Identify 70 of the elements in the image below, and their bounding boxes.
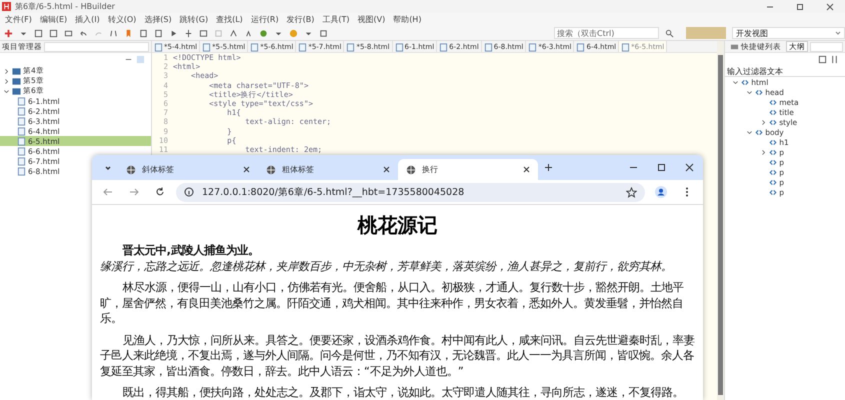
maximize-icon (796, 2, 804, 10)
globe-icon (266, 164, 276, 174)
menu-item[interactable]: 帮助(H) (390, 14, 426, 25)
filter-field[interactable] (810, 42, 843, 52)
globe-icon (406, 164, 416, 174)
window-title: 第6章/6-5.html - HBuilder (15, 1, 116, 12)
reload-icon (155, 187, 165, 197)
maximize-icon (656, 163, 666, 172)
code-tag-icon (769, 118, 778, 126)
plus-icon (544, 163, 552, 172)
star-icon[interactable] (626, 186, 637, 198)
close-icon (826, 2, 834, 10)
menu-item[interactable]: 编辑(E) (36, 14, 72, 25)
close-icon[interactable] (523, 166, 530, 173)
paragraph-text: 林尽水源，便得一山，山有小口，仿佛若有光。便舍船，从口入。初极狭，才通人。复行数十步，豁然开朗。土地平旷，屋舍俨然，有良田美池桑竹之属。阡陌交通，鸡犬相闻。其中往来种作，男女衣着，悉如外人。黄发垂髫，并怡然自乐。 (100, 281, 684, 325)
chevron-icon (760, 148, 768, 156)
menu-item[interactable]: 运行(R) (248, 14, 284, 25)
chevron-icon (835, 30, 841, 36)
menu-item[interactable]: 查找(L) (213, 14, 248, 25)
code-tag-icon (769, 158, 778, 166)
close-icon[interactable] (243, 166, 250, 173)
menu-item[interactable]: 插入(I) (72, 14, 105, 25)
menu-item[interactable]: 文件(F) (2, 14, 37, 25)
code-tag-icon (769, 138, 778, 146)
globe-icon (126, 164, 136, 174)
plus-icon (4, 28, 13, 38)
code-tag-icon (769, 148, 778, 156)
close-icon (684, 163, 694, 172)
paragraph-text: 见渔人，乃大惊，问所从来。具答之。便要还家，设酒杀鸡作食。村中闻有此人，咸来问讯。自云先世避秦时乱，率妻子邑人来此绝境，不复出焉，遂与外人间隔。问今是何世，乃不知有汉，无论魏晋。此人一一为具言所闻，皆叹惋。余人各复延至其家，皆出酒食。停数日，辞去。此中人语云：“不足为外人道也。” (100, 334, 695, 378)
menu-item[interactable]: 转义(O) (104, 14, 142, 25)
address-bar[interactable]: 127.0.0.1:8020/第6章/6-5.html?__hbt=1735580045028 (176, 182, 645, 202)
code-tag-icon (755, 88, 764, 96)
scrollbar-thumb[interactable] (718, 55, 723, 395)
menu-item[interactable]: 视图(V) (354, 14, 390, 25)
browser-tab[interactable]: 斜体标签 (118, 159, 258, 180)
chevron-icon (104, 164, 112, 172)
code-tag-icon (769, 108, 778, 116)
info-icon[interactable] (184, 187, 194, 197)
square-icon (214, 28, 223, 38)
code-tag-icon (769, 178, 778, 186)
person-icon (655, 186, 667, 198)
menu-item[interactable]: 跳转(G) (176, 14, 214, 25)
code-tag-icon (755, 128, 764, 136)
arrow-right-icon (129, 187, 139, 197)
search-field[interactable]: 搜索（双击Ctrl) (554, 27, 659, 39)
keyboard-icon (730, 42, 739, 51)
paragraph-text: 既出，得其船，便扶向路，处处志之。及郡下，诣太守，说如此。太守即遣人随其往，寻向所志，遂迷，不复得路。 (122, 386, 684, 399)
menu-item[interactable]: 工具(T) (319, 14, 354, 25)
filter-field[interactable] (44, 42, 149, 52)
dots-icon (685, 187, 689, 197)
view-dropdown[interactable]: 开发视图 (732, 27, 845, 39)
code-tag-icon (769, 188, 778, 196)
bookmark-icon (124, 28, 133, 38)
undo-icon (79, 28, 88, 38)
page-heading: 桃花源记 (356, 213, 438, 237)
brackets-icon (109, 28, 118, 38)
close-icon[interactable] (383, 166, 390, 173)
paragraph-text: 缘溪行，忘路之远近。忽逢桃花林，夹岸数百步，中无杂树，芳草鲜美，落英缤纷，渔人甚异之，复前行，欲穷其林。 (100, 260, 672, 272)
code-tag-icon (741, 78, 750, 86)
browser-tab[interactable]: 粗体标签 (258, 159, 398, 180)
play-icon (169, 28, 178, 38)
filter-field[interactable]: 输入过滤器文本 (725, 66, 845, 77)
paragraph-text: 晋太元中,武陵人捕鱼为业。 (122, 244, 259, 257)
menu-item[interactable]: 发行(B) (284, 14, 320, 25)
menu-item[interactable]: 选择(S) (141, 14, 177, 25)
code-tag-icon (769, 168, 778, 176)
browser-tab[interactable]: 换行 (398, 159, 538, 180)
search-icon (665, 28, 674, 38)
arrow-left-icon (103, 187, 113, 197)
code-tag-icon (769, 98, 778, 106)
